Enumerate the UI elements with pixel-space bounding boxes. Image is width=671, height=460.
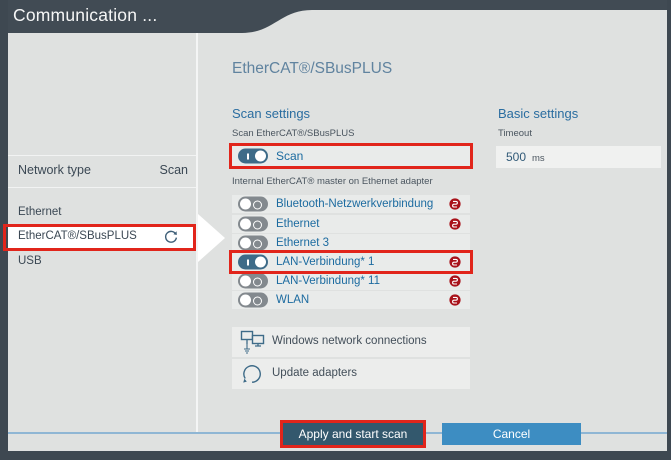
toggle-knob <box>255 151 266 162</box>
toggle-knob <box>240 199 251 210</box>
offline-status-icon <box>449 218 461 230</box>
adapter-toggle[interactable] <box>238 236 268 251</box>
apply-and-start-scan-button[interactable]: Apply and start scan <box>283 423 423 445</box>
sidebar-item-ethernet[interactable]: Ethernet <box>8 204 196 223</box>
scan-toggle[interactable] <box>238 149 268 164</box>
cancel-button[interactable]: Cancel <box>442 423 581 445</box>
sidebar-item-ethercat-sbusplus[interactable]: EtherCAT®/SBusPLUS <box>8 226 196 249</box>
adapter-label: Bluetooth-Netzwerkverbindung <box>276 198 433 210</box>
window-border-left <box>0 0 8 460</box>
action-label: Update adapters <box>272 367 357 379</box>
adapter-row-ethernet[interactable]: Ethernet <box>232 215 470 233</box>
offline-status-icon <box>449 275 461 287</box>
selected-item-arrow <box>198 214 225 262</box>
offline-status-icon <box>449 256 461 268</box>
sidebar-header-network-type: Network type <box>18 163 91 177</box>
toggle-knob <box>240 238 251 249</box>
adapter-row-lan-verbindung-1[interactable]: LAN-Verbindung* 1 <box>232 253 470 271</box>
window-title: Communication ... <box>13 5 157 26</box>
sidebar-separator <box>8 187 196 188</box>
sidebar-item-usb[interactable]: USB <box>8 253 196 272</box>
refresh-icon <box>241 363 263 385</box>
toggle-knob <box>240 295 251 306</box>
toggle-knob <box>255 257 266 268</box>
adapters-list-label: Internal EtherCAT® master on Ethernet ad… <box>232 176 433 187</box>
sidebar-item-label: EtherCAT®/SBusPLUS <box>18 230 137 242</box>
timeout-input[interactable]: 500 ms <box>496 146 661 168</box>
offline-status-icon <box>449 198 461 210</box>
sidebar-separator <box>8 155 196 156</box>
adapter-toggle[interactable] <box>238 217 268 232</box>
sidebar-item-label: USB <box>18 255 42 267</box>
adapter-label: LAN-Verbindung* 1 <box>276 256 374 268</box>
update-adapters-button[interactable]: Update adapters <box>232 359 470 389</box>
adapter-label: Ethernet 3 <box>276 237 329 249</box>
window-border-right <box>667 0 671 460</box>
adapter-label: WLAN <box>276 294 309 306</box>
scan-toggle-label: Scan <box>276 149 303 163</box>
timeout-unit: ms <box>532 153 545 164</box>
toggle-knob <box>240 219 251 230</box>
adapter-row-bluetooth[interactable]: Bluetooth-Netzwerkverbindung <box>232 195 470 213</box>
adapter-label: LAN-Verbindung* 11 <box>276 275 380 287</box>
window-border-bottom <box>0 451 671 460</box>
scan-refresh-icon <box>163 229 179 245</box>
adapter-toggle[interactable] <box>238 293 268 308</box>
scan-field-label: Scan EtherCAT®/SBusPLUS <box>232 128 354 139</box>
adapter-row-wlan[interactable]: WLAN <box>232 291 470 309</box>
page-title: EtherCAT®/SBusPLUS <box>232 60 392 78</box>
scan-toggle-row: Scan <box>232 146 470 166</box>
timeout-label: Timeout <box>498 128 532 139</box>
sidebar-header-scan: Scan <box>150 163 188 177</box>
adapter-toggle[interactable] <box>238 197 268 212</box>
adapter-toggle[interactable] <box>238 274 268 289</box>
scan-settings-heading: Scan settings <box>232 106 310 121</box>
adapter-toggle[interactable] <box>238 255 268 270</box>
sidebar-item-label: Ethernet <box>18 206 61 218</box>
toggle-knob <box>240 276 251 287</box>
adapter-label: Ethernet <box>276 218 319 230</box>
network-connections-icon <box>240 330 266 354</box>
adapter-row-ethernet-3[interactable]: Ethernet 3 <box>232 234 470 252</box>
action-label: Windows network connections <box>272 335 427 347</box>
windows-network-connections-button[interactable]: Windows network connections <box>232 327 470 357</box>
adapter-row-lan-verbindung-11[interactable]: LAN-Verbindung* 11 <box>232 272 470 290</box>
timeout-value: 500 <box>506 150 526 164</box>
basic-settings-heading: Basic settings <box>498 106 578 121</box>
offline-status-icon <box>449 294 461 306</box>
